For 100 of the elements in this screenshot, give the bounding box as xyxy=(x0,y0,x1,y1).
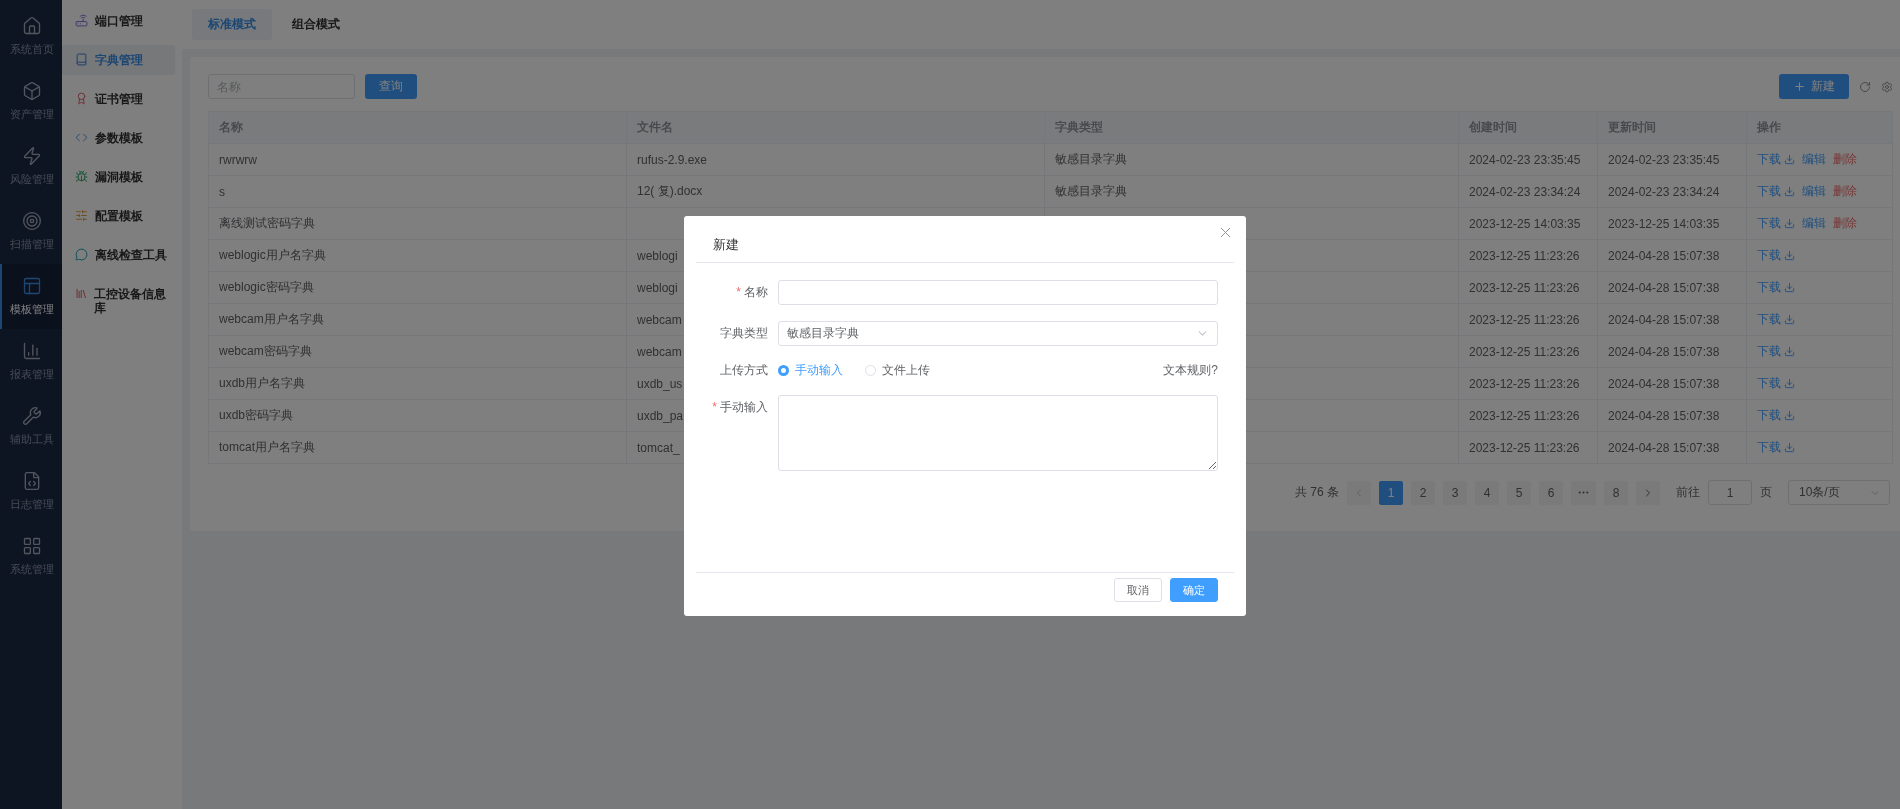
new-button[interactable]: 新建 xyxy=(1779,74,1849,99)
more-pages-button[interactable] xyxy=(1571,480,1596,505)
cell-text: 2024-04-28 15:07:38 xyxy=(1608,440,1720,455)
goto-page-field[interactable]: 1 xyxy=(1708,480,1752,505)
page-button[interactable]: 1 xyxy=(1379,480,1403,505)
mode-tab[interactable]: 标准模式 xyxy=(192,9,272,40)
download-link[interactable]: 下载 xyxy=(1757,279,1795,296)
cell-text: 2024-04-28 15:07:38 xyxy=(1608,376,1720,391)
required-mark: * xyxy=(736,285,741,299)
code-file-icon xyxy=(22,471,42,491)
cell-text: webcam xyxy=(637,312,682,327)
download-icon xyxy=(1784,186,1795,197)
sidebar-item[interactable]: 工控设备信息库 xyxy=(62,279,175,323)
field-label: 字典类型 xyxy=(719,325,769,342)
sidebar-item[interactable]: 离线检查工具 xyxy=(62,240,175,270)
bug-icon xyxy=(75,170,88,183)
download-link[interactable]: 下载 xyxy=(1757,247,1795,264)
download-icon xyxy=(1784,154,1795,165)
sidebar-label: 参数模板 xyxy=(95,131,143,145)
manual-input-area[interactable] xyxy=(778,395,1218,471)
cube-icon xyxy=(22,81,42,101)
download-link[interactable]: 下载 xyxy=(1757,215,1795,232)
confirm-button[interactable]: 确定 xyxy=(1170,578,1218,602)
cancel-button[interactable]: 取消 xyxy=(1114,578,1162,602)
sidebar-item[interactable]: 漏洞模板 xyxy=(62,162,175,192)
home-icon xyxy=(22,16,42,36)
download-link[interactable]: 下载 xyxy=(1757,375,1795,392)
page-button[interactable]: 6 xyxy=(1539,480,1563,505)
cell-text: uxdb密码字典 xyxy=(219,408,294,422)
router-icon xyxy=(75,14,88,27)
sidebar-item[interactable]: 参数模板 xyxy=(62,123,175,153)
download-link[interactable]: 下载 xyxy=(1757,439,1795,456)
text-rules-link[interactable]: 文本规则? xyxy=(1163,362,1218,379)
radio-option[interactable]: 手动输入 xyxy=(778,362,843,379)
dict-type-select[interactable]: 敏感目录字典 xyxy=(778,321,1218,346)
cell-text: weblogi xyxy=(637,280,678,295)
cell-text: 2024-02-23 23:34:24 xyxy=(1608,184,1720,199)
name-input-field[interactable] xyxy=(778,280,1218,305)
certificate-icon xyxy=(75,92,88,105)
sidebar-item[interactable]: 端口管理 xyxy=(62,6,175,36)
page-button[interactable]: 8 xyxy=(1604,480,1628,505)
lightning-icon xyxy=(22,146,42,166)
page-size-select[interactable]: 10条/页 xyxy=(1788,480,1890,505)
sidebar-label: 证书管理 xyxy=(95,92,143,106)
grid-icon xyxy=(22,536,42,556)
code-icon xyxy=(75,131,88,144)
edit-link[interactable]: 编辑 xyxy=(1802,215,1826,232)
cell-text: 2023-12-25 11:23:26 xyxy=(1469,344,1580,359)
cell-text: 2024-04-28 15:07:38 xyxy=(1608,248,1720,263)
sidebar-label: 工控设备信息库 xyxy=(94,287,168,315)
download-icon xyxy=(1784,378,1795,389)
wrench-icon xyxy=(22,406,42,426)
settings-icon[interactable] xyxy=(1881,80,1893,93)
delete-link[interactable]: 删除 xyxy=(1833,215,1857,232)
edit-link[interactable]: 编辑 xyxy=(1802,151,1826,168)
page-button[interactable]: 4 xyxy=(1475,480,1499,505)
next-page-button[interactable] xyxy=(1636,480,1660,505)
sidebar-item[interactable]: 配置模板 xyxy=(62,201,175,231)
sidebar-label: 离线检查工具 xyxy=(95,248,167,262)
sidebar-item[interactable]: 字典管理 xyxy=(62,45,175,75)
download-link[interactable]: 下载 xyxy=(1757,311,1795,328)
cell-text: 2024-02-23 23:35:45 xyxy=(1469,152,1581,167)
sidebar-label: 配置模板 xyxy=(95,209,143,223)
download-link[interactable]: 下载 xyxy=(1757,183,1795,200)
cell-text: 敏感目录字典 xyxy=(1055,184,1127,198)
sidebar-item[interactable]: 证书管理 xyxy=(62,84,175,114)
page-button[interactable]: 2 xyxy=(1411,480,1435,505)
radio-option[interactable]: 文件上传 xyxy=(865,362,930,379)
download-link[interactable]: 下载 xyxy=(1757,343,1795,360)
query-button[interactable]: 查询 xyxy=(365,74,417,99)
delete-link[interactable]: 删除 xyxy=(1833,183,1857,200)
target-icon xyxy=(22,211,42,231)
page-button[interactable]: 3 xyxy=(1443,480,1467,505)
cell-text: 2023-12-25 11:23:26 xyxy=(1469,248,1580,263)
cell-text: 2023-12-25 14:03:35 xyxy=(1469,216,1581,231)
cell-text: webcam用户名字典 xyxy=(219,312,324,326)
delete-link[interactable]: 删除 xyxy=(1833,151,1857,168)
sidebar-label: 端口管理 xyxy=(95,14,143,28)
field-label: 上传方式 xyxy=(719,362,769,379)
page-button[interactable]: 5 xyxy=(1507,480,1531,505)
cell-text: webcam密码字典 xyxy=(219,344,312,358)
field-label: * 名称 xyxy=(735,284,769,301)
download-link[interactable]: 下载 xyxy=(1757,151,1795,168)
cell-text: uxdb用户名字典 xyxy=(219,376,306,390)
download-icon xyxy=(1784,282,1795,293)
nav-rail-label: 模板管理 xyxy=(10,302,54,317)
download-icon xyxy=(1784,218,1795,229)
download-link[interactable]: 下载 xyxy=(1757,407,1795,424)
download-icon xyxy=(1784,346,1795,357)
mode-tab[interactable]: 组合模式 xyxy=(276,9,356,40)
cell-text: 2024-04-28 15:07:38 xyxy=(1608,344,1720,359)
cell-text: 2024-04-28 15:07:38 xyxy=(1608,280,1720,295)
sidebar-label: 漏洞模板 xyxy=(95,170,143,184)
edit-link[interactable]: 编辑 xyxy=(1802,183,1826,200)
refresh-icon[interactable] xyxy=(1859,80,1871,93)
cell-text: weblogic用户名字典 xyxy=(219,248,326,262)
cell-text: 2024-04-28 15:07:38 xyxy=(1608,408,1720,423)
cell-text: 敏感目录字典 xyxy=(1055,152,1127,166)
cell-text: tomcat用户名字典 xyxy=(219,440,315,454)
nav-rail-item[interactable]: 模板管理 xyxy=(0,264,62,329)
